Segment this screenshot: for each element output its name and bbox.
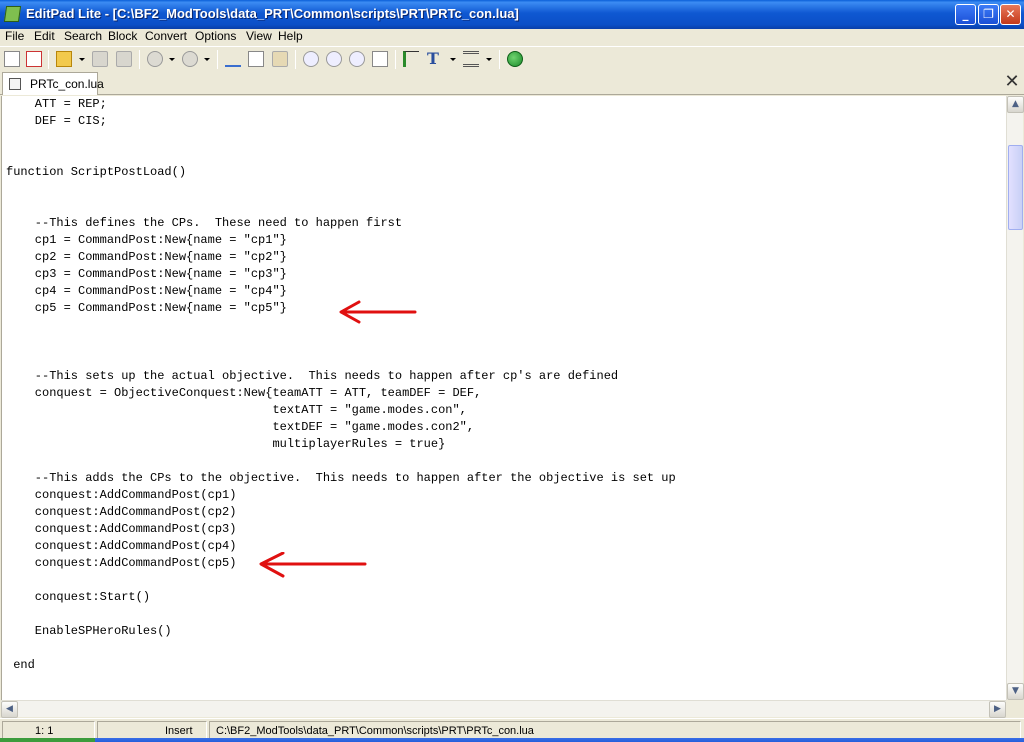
- code-line[interactable]: EnableSPHeroRules(): [6, 623, 676, 640]
- edit-mode[interactable]: Insert: [97, 721, 207, 739]
- code-line[interactable]: [6, 606, 676, 623]
- undo-icon[interactable]: [147, 51, 163, 67]
- minimize-button[interactable]: _: [955, 4, 976, 25]
- indent-icon[interactable]: [403, 51, 419, 67]
- code-line[interactable]: [6, 181, 676, 198]
- file-icon: [9, 78, 21, 90]
- menu-options[interactable]: Options: [195, 29, 236, 43]
- find-next-icon[interactable]: [326, 51, 342, 67]
- code-line[interactable]: [6, 198, 676, 215]
- chevron-down-icon[interactable]: [204, 58, 210, 61]
- code-line[interactable]: cp3 = CommandPost:New{name = "cp3"}: [6, 266, 676, 283]
- code-line[interactable]: conquest:AddCommandPost(cp3): [6, 521, 676, 538]
- redo-icon[interactable]: [182, 51, 198, 67]
- code-line[interactable]: --This defines the CPs. These need to ha…: [6, 215, 676, 232]
- code-line[interactable]: cp1 = CommandPost:New{name = "cp1"}: [6, 232, 676, 249]
- window-title: EditPad Lite - [C:\BF2_ModTools\data_PRT…: [26, 6, 519, 21]
- go-web-icon[interactable]: [507, 51, 523, 67]
- scroll-up-button[interactable]: ▲: [1007, 96, 1024, 113]
- vertical-scrollbar[interactable]: ▲ ▼: [1006, 96, 1024, 700]
- red-arrow-annotation: [259, 552, 367, 578]
- cut-icon[interactable]: [225, 51, 241, 67]
- menu-view[interactable]: View: [246, 29, 272, 43]
- code-line[interactable]: [6, 147, 676, 164]
- toolbar-separator: [48, 50, 49, 69]
- save-icon[interactable]: [92, 51, 108, 67]
- menu-convert[interactable]: Convert: [145, 29, 187, 43]
- code-line[interactable]: textDEF = "game.modes.con2",: [6, 419, 676, 436]
- code-line[interactable]: DEF = CIS;: [6, 113, 676, 130]
- scroll-left-button[interactable]: ◀: [1, 701, 18, 718]
- tab-label: PRTc_con.lua: [30, 77, 104, 91]
- block-format-icon[interactable]: [463, 51, 479, 67]
- copy-icon[interactable]: [248, 51, 264, 67]
- code-line[interactable]: --This adds the CPs to the objective. Th…: [6, 470, 676, 487]
- scroll-down-button[interactable]: ▼: [1007, 683, 1024, 700]
- code-line[interactable]: ATT = REP;: [6, 96, 676, 113]
- chevron-down-icon[interactable]: [486, 58, 492, 61]
- chevron-down-icon[interactable]: [450, 58, 456, 61]
- toolbar-separator: [295, 50, 296, 69]
- code-line[interactable]: cp4 = CommandPost:New{name = "cp4"}: [6, 283, 676, 300]
- toolbar-separator: [217, 50, 218, 69]
- scroll-right-button[interactable]: ▶: [989, 701, 1006, 718]
- code-line[interactable]: [6, 640, 676, 657]
- font-icon[interactable]: T: [427, 51, 443, 67]
- chevron-down-icon[interactable]: [79, 58, 85, 61]
- find-previous-icon[interactable]: [349, 51, 365, 67]
- menu-help[interactable]: Help: [278, 29, 303, 43]
- code-line[interactable]: multiplayerRules = true}: [6, 436, 676, 453]
- code-line[interactable]: conquest:Start(): [6, 589, 676, 606]
- cursor-position: 1: 1: [2, 721, 95, 739]
- scrollbar-corner: [1006, 700, 1024, 717]
- code-line[interactable]: --This sets up the actual objective. Thi…: [6, 368, 676, 385]
- toolbar: T: [0, 46, 1024, 71]
- code-line[interactable]: [6, 453, 676, 470]
- menu-search[interactable]: Search: [64, 29, 102, 43]
- replace-icon[interactable]: [372, 51, 388, 67]
- close-window-button[interactable]: ✕: [1000, 4, 1021, 25]
- toolbar-separator: [139, 50, 140, 69]
- title-bar: EditPad Lite - [C:\BF2_ModTools\data_PRT…: [0, 0, 1024, 29]
- paste-icon[interactable]: [272, 51, 288, 67]
- maximize-button[interactable]: ❐: [978, 4, 999, 25]
- code-line[interactable]: conquest:AddCommandPost(cp1): [6, 487, 676, 504]
- code-area[interactable]: ATT = REP; DEF = CIS; function ScriptPost…: [6, 96, 676, 674]
- taskbar: [0, 738, 1024, 742]
- menu-bar: File Edit Search Block Convert Options V…: [0, 29, 1024, 46]
- code-line[interactable]: [6, 351, 676, 368]
- close-file-icon[interactable]: [26, 51, 42, 67]
- code-line[interactable]: conquest = ObjectiveConquest:New{teamATT…: [6, 385, 676, 402]
- start-button[interactable]: [0, 738, 95, 742]
- editpad-app-icon[interactable]: [3, 6, 22, 22]
- file-path: C:\BF2_ModTools\data_PRT\Common\scripts\…: [209, 721, 1021, 739]
- scroll-thumb[interactable]: [1008, 145, 1023, 230]
- code-line[interactable]: textATT = "game.modes.con",: [6, 402, 676, 419]
- code-line[interactable]: cp2 = CommandPost:New{name = "cp2"}: [6, 249, 676, 266]
- save-all-icon[interactable]: [116, 51, 132, 67]
- code-line[interactable]: [6, 334, 676, 351]
- code-line[interactable]: end: [6, 657, 676, 674]
- new-file-icon[interactable]: [4, 51, 20, 67]
- toolbar-separator: [395, 50, 396, 69]
- horizontal-scrollbar[interactable]: ◀ ▶: [1, 700, 1006, 718]
- open-folder-icon[interactable]: [56, 51, 72, 67]
- close-tab-button[interactable]: ✕: [1003, 73, 1021, 91]
- chevron-down-icon[interactable]: [169, 58, 175, 61]
- find-icon[interactable]: [303, 51, 319, 67]
- toolbar-separator: [499, 50, 500, 69]
- code-line[interactable]: [6, 130, 676, 147]
- tab-prtc-con-lua[interactable]: PRTc_con.lua: [2, 72, 104, 95]
- text-editor[interactable]: ATT = REP; DEF = CIS; function ScriptPost…: [1, 96, 1006, 700]
- tab-strip: PRTc_con.lua: [0, 71, 1024, 95]
- menu-block[interactable]: Block: [108, 29, 137, 43]
- code-line[interactable]: function ScriptPostLoad(): [6, 164, 676, 181]
- red-arrow-annotation: [339, 300, 417, 324]
- code-line[interactable]: conquest:AddCommandPost(cp2): [6, 504, 676, 521]
- menu-edit[interactable]: Edit: [34, 29, 55, 43]
- menu-file[interactable]: File: [5, 29, 24, 43]
